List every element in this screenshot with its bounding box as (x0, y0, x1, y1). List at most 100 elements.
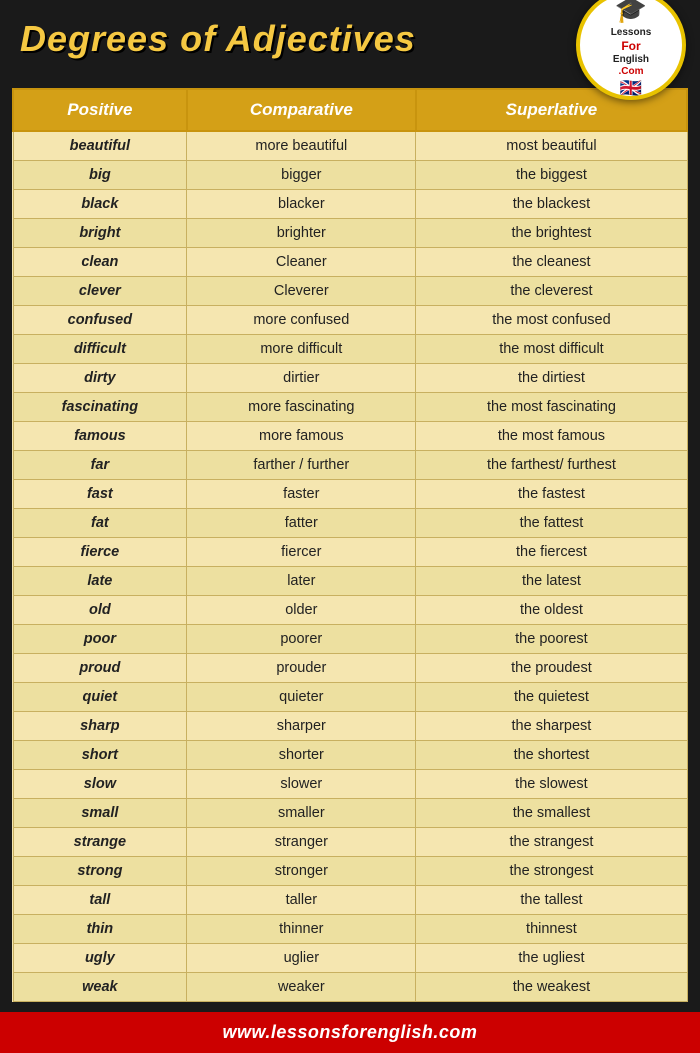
logo-line2: For (621, 39, 640, 53)
table-row: farfarther / furtherthe farthest/ furthe… (13, 451, 687, 480)
positive-cell: fast (13, 480, 187, 509)
superlative-cell: the farthest/ furthest (416, 451, 687, 480)
table-row: fiercefiercerthe fiercest (13, 538, 687, 567)
table-row: fascinatingmore fascinatingthe most fasc… (13, 393, 687, 422)
comparative-cell: Cleaner (187, 248, 416, 277)
superlative-cell: the cleanest (416, 248, 687, 277)
comparative-cell: weaker (187, 973, 416, 1002)
adjectives-table: Positive Comparative Superlative beautif… (12, 88, 688, 1002)
positive-cell: bright (13, 219, 187, 248)
comparative-cell: bigger (187, 161, 416, 190)
superlative-cell: the most difficult (416, 335, 687, 364)
logo-line1: Lessons (611, 27, 652, 38)
superlative-cell: the fattest (416, 509, 687, 538)
superlative-cell: the ugliest (416, 944, 687, 973)
superlative-cell: the latest (416, 567, 687, 596)
table-row: famousmore famousthe most famous (13, 422, 687, 451)
positive-cell: tall (13, 886, 187, 915)
table-row: strangestrangerthe strangest (13, 828, 687, 857)
table-row: blackblackerthe blackest (13, 190, 687, 219)
logo-flag: 🇬🇧 (620, 78, 642, 99)
table-row: bigbiggerthe biggest (13, 161, 687, 190)
comparative-cell: slower (187, 770, 416, 799)
comparative-cell: blacker (187, 190, 416, 219)
positive-cell: weak (13, 973, 187, 1002)
positive-cell: quiet (13, 683, 187, 712)
comparative-cell: later (187, 567, 416, 596)
positive-cell: strong (13, 857, 187, 886)
positive-cell: confused (13, 306, 187, 335)
table-row: poorpoorerthe poorest (13, 625, 687, 654)
comparative-cell: fatter (187, 509, 416, 538)
table-row: smallsmallerthe smallest (13, 799, 687, 828)
superlative-cell: the brightest (416, 219, 687, 248)
table-row: proudprouderthe proudest (13, 654, 687, 683)
card: Degrees of Adjectives 🎓 Lessons For Engl… (0, 0, 700, 1053)
col-comparative: Comparative (187, 89, 416, 131)
comparative-cell: uglier (187, 944, 416, 973)
positive-cell: sharp (13, 712, 187, 741)
superlative-cell: the most famous (416, 422, 687, 451)
table-row: fastfasterthe fastest (13, 480, 687, 509)
table-row: brightbrighterthe brightest (13, 219, 687, 248)
superlative-cell: the oldest (416, 596, 687, 625)
superlative-cell: the sharpest (416, 712, 687, 741)
superlative-cell: most beautiful (416, 131, 687, 161)
positive-cell: dirty (13, 364, 187, 393)
comparative-cell: more confused (187, 306, 416, 335)
table-row: talltallerthe tallest (13, 886, 687, 915)
comparative-cell: stronger (187, 857, 416, 886)
positive-cell: small (13, 799, 187, 828)
positive-cell: slow (13, 770, 187, 799)
superlative-cell: the cleverest (416, 277, 687, 306)
comparative-cell: brighter (187, 219, 416, 248)
comparative-cell: more beautiful (187, 131, 416, 161)
table-row: confusedmore confusedthe most confused (13, 306, 687, 335)
footer-url: www.lessonsforenglish.com (0, 1022, 700, 1043)
comparative-cell: prouder (187, 654, 416, 683)
page-title: Degrees of Adjectives (20, 18, 416, 60)
positive-cell: late (13, 567, 187, 596)
superlative-cell: the slowest (416, 770, 687, 799)
superlative-cell: the most confused (416, 306, 687, 335)
superlative-cell: the biggest (416, 161, 687, 190)
superlative-cell: the strangest (416, 828, 687, 857)
table-row: quietquieterthe quietest (13, 683, 687, 712)
comparative-cell: stranger (187, 828, 416, 857)
table-row: fatfatterthe fattest (13, 509, 687, 538)
positive-cell: poor (13, 625, 187, 654)
footer: www.lessonsforenglish.com (0, 1012, 700, 1053)
positive-cell: beautiful (13, 131, 187, 161)
table-container: Positive Comparative Superlative beautif… (0, 78, 700, 1002)
superlative-cell: the blackest (416, 190, 687, 219)
positive-cell: proud (13, 654, 187, 683)
header: Degrees of Adjectives 🎓 Lessons For Engl… (0, 0, 700, 78)
comparative-cell: dirtier (187, 364, 416, 393)
comparative-cell: quieter (187, 683, 416, 712)
comparative-cell: farther / further (187, 451, 416, 480)
superlative-cell: the weakest (416, 973, 687, 1002)
superlative-cell: the poorest (416, 625, 687, 654)
table-row: difficultmore difficultthe most difficul… (13, 335, 687, 364)
superlative-cell: the tallest (416, 886, 687, 915)
comparative-cell: more famous (187, 422, 416, 451)
positive-cell: clean (13, 248, 187, 277)
table-row: weakweakerthe weakest (13, 973, 687, 1002)
superlative-cell: thinnest (416, 915, 687, 944)
logo-icon: 🎓 (615, 0, 647, 25)
table-row: cleanCleanerthe cleanest (13, 248, 687, 277)
col-positive: Positive (13, 89, 187, 131)
positive-cell: big (13, 161, 187, 190)
positive-cell: fierce (13, 538, 187, 567)
table-row: thinthinnerthinnest (13, 915, 687, 944)
comparative-cell: fiercer (187, 538, 416, 567)
table-row: beautifulmore beautifulmost beautiful (13, 131, 687, 161)
positive-cell: strange (13, 828, 187, 857)
comparative-cell: thinner (187, 915, 416, 944)
positive-cell: black (13, 190, 187, 219)
positive-cell: far (13, 451, 187, 480)
comparative-cell: faster (187, 480, 416, 509)
positive-cell: clever (13, 277, 187, 306)
positive-cell: famous (13, 422, 187, 451)
table-row: dirtydirtierthe dirtiest (13, 364, 687, 393)
